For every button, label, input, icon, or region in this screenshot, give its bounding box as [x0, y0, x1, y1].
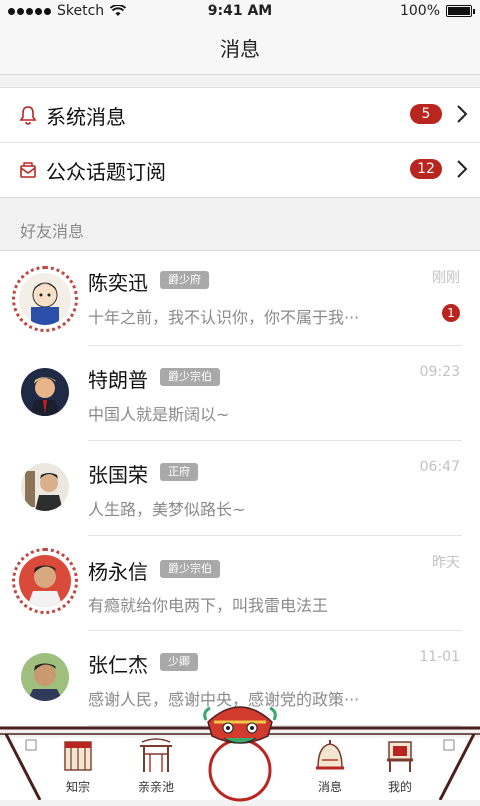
tab-zhizong[interactable]: 知宗 — [48, 738, 108, 794]
nav-bar: 消息 — [0, 24, 480, 75]
bell-lantern-icon — [316, 740, 344, 770]
friend-messages-header: 好友消息 — [20, 222, 85, 241]
battery-group: 100% — [399, 3, 475, 19]
topic-subscription-badge: 12 — [410, 159, 442, 179]
throne-chair-icon — [387, 741, 413, 772]
tab-mine[interactable]: 我的 — [370, 738, 430, 794]
message-preview: 十年之前，我不认识你，你不属于我··· — [88, 308, 360, 327]
message-time: 11-01 — [419, 649, 460, 665]
topic-subscription-row[interactable]: 公众话题订阅 12 — [0, 142, 480, 197]
lion-head-icon — [203, 706, 277, 802]
battery-percent: 100% — [399, 3, 440, 19]
tab-messages[interactable]: 消息 — [300, 738, 360, 794]
gate-icon — [140, 738, 172, 772]
friend-name: 张仁杰 — [88, 653, 148, 677]
bell-icon — [18, 105, 38, 125]
message-preview: 有瘾就给你电两下，叫我雷电法王 — [88, 596, 329, 615]
rank-tag: 爵少宗伯 — [160, 368, 220, 386]
chevron-right-icon — [457, 105, 468, 123]
avatar — [12, 548, 78, 614]
rank-tag: 爵少府 — [160, 271, 209, 289]
friend-name: 陈奕迅 — [88, 271, 148, 295]
tab-label: 知宗 — [65, 780, 90, 794]
avatar — [12, 266, 78, 332]
message-time: 刚刚 — [432, 270, 460, 286]
message-preview: 人生路，美梦似路长~ — [88, 500, 246, 519]
page-title: 消息 — [220, 37, 260, 61]
mail-icon — [18, 160, 38, 180]
scroll-books-icon — [64, 741, 92, 771]
message-time: 06:47 — [419, 459, 460, 475]
tab-label: 消息 — [317, 780, 342, 794]
status-bar: Sketch 9:41 AM 100% — [0, 0, 480, 24]
system-messages-label: 系统消息 — [46, 104, 126, 129]
friend-row-2[interactable]: 特朗普 爵少宗伯 09:23 中国人就是斯阔以~ — [0, 346, 480, 441]
center-lion-button[interactable] — [198, 692, 282, 802]
unread-badge: 1 — [442, 304, 460, 322]
tab-bar: 知宗 亲亲池 消息 我的 — [0, 706, 480, 802]
avatar — [21, 463, 69, 511]
tab-label: 亲亲池 — [137, 780, 174, 794]
topic-subscription-label: 公众话题订阅 — [46, 159, 166, 184]
friend-message-list: 陈奕迅 爵少府 刚刚 十年之前，我不认识你，你不属于我··· 1 特朗普 爵少宗… — [0, 250, 480, 726]
friend-name: 杨永信 — [88, 560, 148, 584]
rank-tag: 爵少宗伯 — [160, 560, 220, 578]
message-time: 09:23 — [419, 364, 460, 380]
friend-row-3[interactable]: 张国荣 正府 06:47 人生路，美梦似路长~ — [0, 441, 480, 536]
avatar — [21, 653, 69, 701]
system-list: 系统消息 5 公众话题订阅 12 — [0, 87, 480, 198]
message-time: 昨天 — [432, 555, 460, 571]
friend-name: 特朗普 — [88, 368, 148, 392]
tab-qinqinchi[interactable]: 亲亲池 — [126, 738, 186, 794]
rank-tag: 少卿 — [160, 653, 198, 671]
battery-icon — [446, 5, 475, 17]
rank-tag: 正府 — [160, 463, 198, 481]
message-preview: 中国人就是斯阔以~ — [88, 405, 230, 424]
friend-row-4[interactable]: 杨永信 爵少宗伯 昨天 有瘾就给你电两下，叫我雷电法王 — [0, 536, 480, 631]
friend-row-1[interactable]: 陈奕迅 爵少府 刚刚 十年之前，我不认识你，你不属于我··· 1 — [0, 251, 480, 346]
system-messages-row[interactable]: 系统消息 5 — [0, 88, 480, 142]
system-messages-badge: 5 — [410, 104, 442, 124]
tab-label: 我的 — [387, 780, 412, 794]
chevron-right-icon — [457, 160, 468, 178]
friend-name: 张国荣 — [88, 463, 148, 487]
avatar — [21, 368, 69, 416]
